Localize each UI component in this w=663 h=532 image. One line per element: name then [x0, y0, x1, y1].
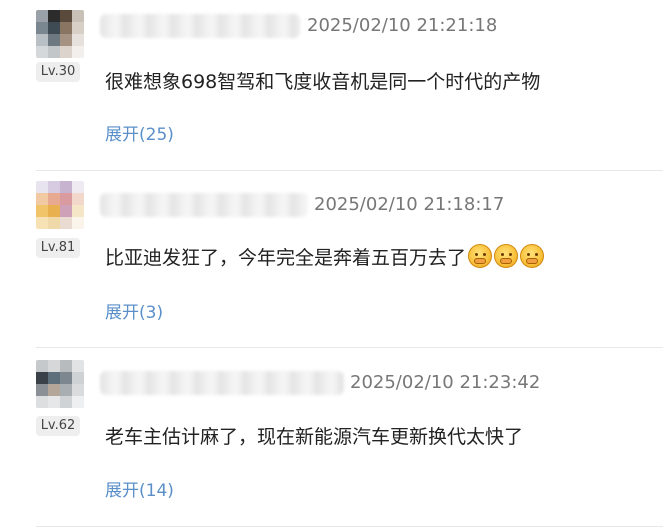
avatar-pixel: [36, 217, 48, 229]
avatar-pixel: [72, 360, 84, 372]
avatar-pixel: [48, 396, 60, 408]
avatar-pixel: [72, 372, 84, 384]
avatar-pixel: [60, 34, 72, 46]
username-blurred[interactable]: [100, 371, 344, 395]
comment-item: Lv.62 2025/02/10 21:23:42 老车主估计麻了，现在新能源汽…: [0, 348, 663, 532]
comment-text: 老车主估计麻了，现在新能源汽车更新换代太快了: [105, 426, 524, 448]
avatar-pixel: [36, 205, 48, 217]
avatar-pixel: [48, 10, 60, 22]
avatar-pixel: [60, 10, 72, 22]
level-badge: Lv.62: [36, 416, 80, 436]
avatar-pixel: [60, 384, 72, 396]
avatar-pixel: [48, 193, 60, 205]
avatar-pixel: [72, 205, 84, 217]
avatar-pixel: [60, 46, 72, 58]
avatar-pixel: [60, 217, 72, 229]
expand-replies-link[interactable]: 展开(14): [105, 479, 174, 503]
comment-timestamp: 2025/02/10 21:18:17: [314, 194, 505, 215]
divider: [36, 526, 663, 527]
laugh-cry-emoji-icon: [494, 244, 519, 268]
avatar-pixel: [36, 181, 48, 193]
avatar-pixel: [48, 217, 60, 229]
avatar[interactable]: [36, 360, 84, 408]
avatar-pixel: [48, 34, 60, 46]
comment-text-content: 比亚迪发狂了，今年完全是奔着五百万去了: [105, 247, 467, 269]
avatar-pixel: [60, 193, 72, 205]
avatar-pixel: [72, 46, 84, 58]
username-blurred[interactable]: [100, 193, 308, 217]
avatar-pixel: [48, 181, 60, 193]
avatar-pixel: [48, 22, 60, 34]
avatar-pixel: [72, 217, 84, 229]
avatar-pixel: [72, 10, 84, 22]
avatar-pixel: [72, 193, 84, 205]
avatar-pixel: [72, 22, 84, 34]
avatar-pixel: [60, 372, 72, 384]
level-badge: Lv.30: [36, 62, 80, 82]
avatar-pixel: [72, 384, 84, 396]
expand-replies-link[interactable]: 展开(25): [105, 123, 174, 147]
avatar-pixel: [36, 360, 48, 372]
avatar-pixel: [60, 205, 72, 217]
avatar-pixel: [36, 384, 48, 396]
avatar-pixel: [72, 396, 84, 408]
comment-timestamp: 2025/02/10 21:21:18: [307, 15, 498, 36]
avatar[interactable]: [36, 181, 84, 229]
avatar-pixel: [36, 396, 48, 408]
avatar-pixel: [36, 10, 48, 22]
avatar[interactable]: [36, 10, 84, 58]
avatar-pixel: [48, 384, 60, 396]
comment-item: Lv.30 2025/02/10 21:21:18 很难想象698智驾和飞度收音…: [0, 0, 663, 170]
avatar-pixel: [72, 181, 84, 193]
avatar-pixel: [36, 34, 48, 46]
avatar-pixel: [48, 372, 60, 384]
comment-text: 很难想象698智驾和飞度收音机是同一个时代的产物: [105, 71, 541, 93]
comment-item: Lv.81 2025/02/10 21:18:17 比亚迪发狂了，今年完全是奔着…: [0, 171, 663, 347]
avatar-pixel: [72, 34, 84, 46]
level-badge: Lv.81: [36, 238, 80, 258]
comment-text: 比亚迪发狂了，今年完全是奔着五百万去了: [105, 244, 545, 276]
avatar-pixel: [60, 396, 72, 408]
avatar-pixel: [36, 22, 48, 34]
avatar-pixel: [60, 181, 72, 193]
avatar-pixel: [60, 22, 72, 34]
emoji-group: [466, 244, 545, 276]
avatar-pixel: [48, 46, 60, 58]
avatar-pixel: [36, 193, 48, 205]
avatar-pixel: [36, 46, 48, 58]
laugh-cry-emoji-icon: [520, 244, 545, 268]
avatar-pixel: [60, 360, 72, 372]
avatar-pixel: [36, 372, 48, 384]
comment-timestamp: 2025/02/10 21:23:42: [350, 372, 541, 393]
avatar-pixel: [48, 360, 60, 372]
expand-replies-link[interactable]: 展开(3): [105, 301, 163, 325]
username-blurred[interactable]: [100, 14, 300, 38]
avatar-pixel: [48, 205, 60, 217]
laugh-cry-emoji-icon: [468, 244, 493, 268]
